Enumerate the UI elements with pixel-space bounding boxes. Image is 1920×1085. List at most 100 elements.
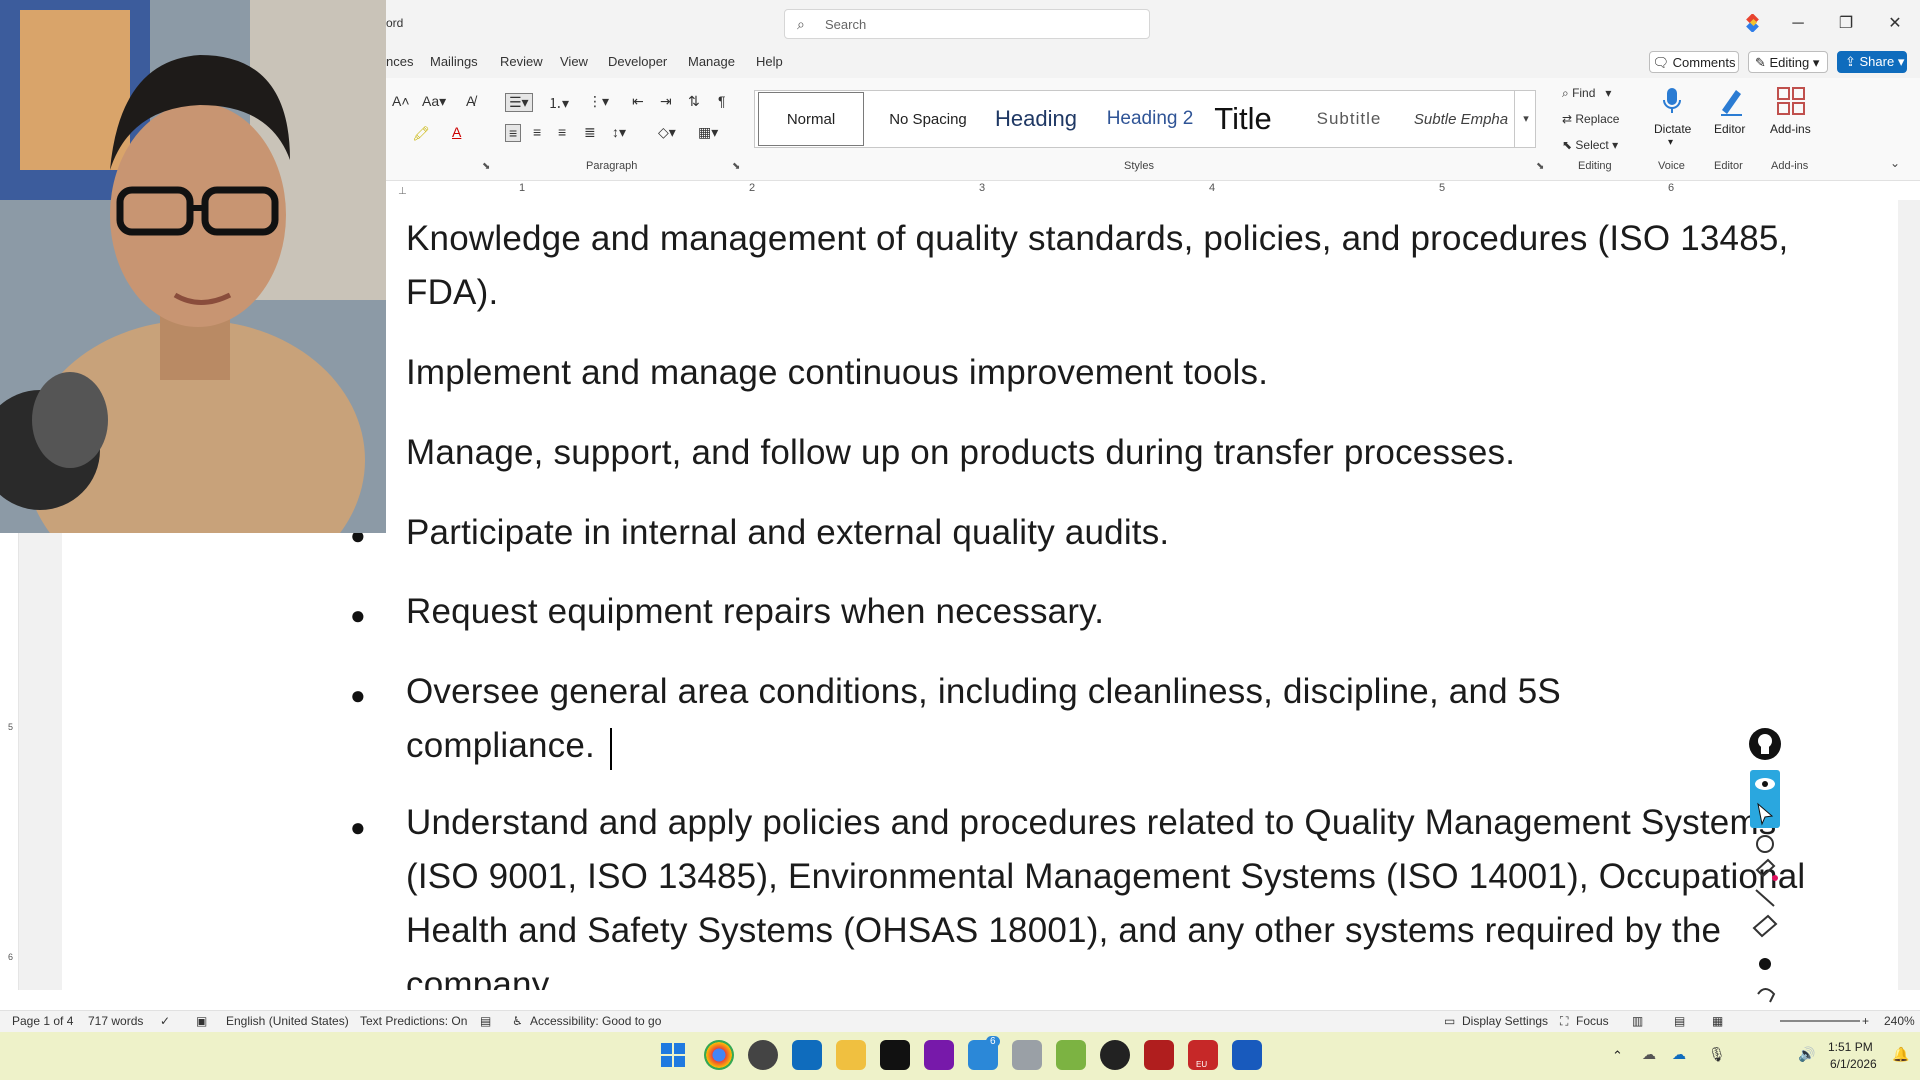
microphone-tray-icon[interactable]: 🎙 — [1708, 1046, 1726, 1063]
clock-time[interactable]: 1:51 PM — [1828, 1040, 1873, 1054]
line-spacing-button[interactable]: ↕▾ — [612, 124, 626, 141]
accessibility-icon[interactable]: ♿ — [512, 1014, 523, 1028]
doc-paragraph[interactable]: Understand and apply policies and proced… — [406, 796, 1826, 990]
onedrive-icon[interactable]: ☁ — [1672, 1046, 1686, 1063]
page-count[interactable]: Page 1 of 4 — [12, 1014, 73, 1028]
view-mode-icon[interactable] — [1750, 770, 1780, 798]
dictate-button[interactable]: Dictate — [1654, 122, 1691, 136]
tab-mailings[interactable]: Mailings — [430, 54, 478, 69]
add-ins-icon[interactable] — [1776, 86, 1806, 116]
style-title[interactable]: Title — [1200, 90, 1286, 148]
macro-icon[interactable]: ▣ — [196, 1014, 207, 1028]
track-changes-icon[interactable]: ▤ — [480, 1014, 491, 1028]
word-icon[interactable] — [1232, 1040, 1262, 1070]
clock-date[interactable]: 6/1/2026 — [1830, 1057, 1877, 1071]
file-explorer-icon[interactable] — [836, 1040, 866, 1070]
zoom-in-icon[interactable]: + — [1862, 1014, 1869, 1028]
select-button[interactable]: ⬉ Select ▾ — [1562, 138, 1618, 152]
line-icon[interactable] — [1750, 888, 1780, 916]
show-formatting-icon[interactable]: ¶ — [718, 93, 726, 109]
doc-paragraph[interactable]: Request equipment repairs when necessary… — [406, 585, 1826, 639]
grow-font-icon[interactable]: A˄ — [392, 93, 410, 109]
text-predictions-status[interactable]: Text Predictions: On — [360, 1014, 467, 1028]
font-color-icon[interactable]: A — [452, 124, 461, 140]
notifications-icon[interactable]: 🔔 — [1892, 1046, 1909, 1063]
doc-paragraph[interactable]: Knowledge and management of quality stan… — [406, 212, 1826, 320]
restore-button[interactable]: ❐ — [1826, 10, 1866, 38]
word-count[interactable]: 717 words — [88, 1014, 143, 1028]
multilevel-list-button[interactable]: ⋮▾ — [588, 93, 609, 110]
app-icon[interactable] — [880, 1040, 910, 1070]
close-button[interactable]: ✕ — [1875, 10, 1915, 38]
microphone-icon[interactable] — [1660, 86, 1684, 116]
style-subtitle[interactable]: Subtitle — [1296, 90, 1402, 148]
style-subtle-emphasis[interactable]: Subtle Empha — [1406, 90, 1516, 148]
doc-paragraph[interactable]: Participate in internal and external qua… — [406, 506, 1826, 560]
collapse-ribbon-icon[interactable]: ⌄ — [1890, 156, 1900, 170]
justify-button[interactable]: ≣ — [584, 124, 596, 141]
styles-expand-icon[interactable]: ▾ — [1514, 90, 1537, 148]
copilot-icon[interactable] — [1744, 14, 1762, 32]
web-layout-icon[interactable]: ▦ — [1712, 1014, 1723, 1028]
editor-pen-icon[interactable] — [1718, 86, 1744, 116]
volume-icon[interactable]: 🔊 — [1798, 1046, 1815, 1063]
styles-dialog-launcher-icon[interactable]: ⬊ — [1536, 161, 1544, 172]
app-icon[interactable] — [1056, 1040, 1086, 1070]
focus-icon[interactable]: ⛶ — [1560, 1014, 1568, 1029]
tab-references[interactable]: nces — [386, 54, 413, 69]
highlight-icon[interactable]: 🖍 — [412, 125, 430, 142]
clock-app-icon[interactable] — [748, 1040, 778, 1070]
tab-developer[interactable]: Developer — [608, 54, 667, 69]
proofing-icon[interactable]: ✓ — [160, 1014, 170, 1028]
bullets-button[interactable]: ☰▾ — [505, 93, 533, 112]
color-dot-icon[interactable] — [1750, 950, 1780, 978]
language-status[interactable]: English (United States) — [226, 1014, 349, 1028]
obs-icon[interactable] — [1100, 1040, 1130, 1070]
lasso-icon[interactable] — [1750, 830, 1780, 858]
accessibility-status[interactable]: Accessibility: Good to go — [530, 1014, 661, 1028]
print-layout-icon[interactable]: ▤ — [1674, 1014, 1685, 1028]
search-box[interactable]: ⌕ Search — [784, 9, 1150, 39]
display-settings-icon[interactable]: ▭ — [1444, 1014, 1455, 1028]
pen-menu-icon[interactable] — [1748, 722, 1782, 756]
minimize-button[interactable]: ─ — [1778, 10, 1818, 38]
outlook-icon[interactable] — [792, 1040, 822, 1070]
tab-help[interactable]: Help — [756, 54, 783, 69]
undo-icon[interactable] — [1750, 980, 1780, 1008]
doc-paragraph[interactable]: Oversee general area conditions, includi… — [406, 665, 1666, 773]
align-right-button[interactable]: ≡ — [558, 124, 566, 140]
doc-paragraph[interactable]: Implement and manage continuous improvem… — [406, 346, 1826, 400]
zoom-level[interactable]: 240% — [1884, 1014, 1915, 1028]
windows-start-icon[interactable] — [660, 1042, 686, 1068]
tab-manage[interactable]: Manage — [688, 54, 735, 69]
borders-button[interactable]: ▦▾ — [698, 124, 718, 141]
clear-formatting-icon[interactable]: A̸ — [466, 93, 475, 109]
comments-button[interactable]: 🗨 Comments — [1649, 51, 1739, 73]
style-no-spacing[interactable]: No Spacing — [870, 90, 986, 148]
onenote-icon[interactable] — [924, 1040, 954, 1070]
eraser-icon[interactable] — [1750, 918, 1780, 946]
tab-view[interactable]: View — [560, 54, 588, 69]
style-heading[interactable]: Heading — [974, 90, 1098, 148]
increase-indent-icon[interactable]: ⇥ — [660, 93, 672, 110]
font-dialog-launcher-icon[interactable]: ⬊ — [482, 161, 490, 172]
horizontal-ruler[interactable] — [395, 182, 1915, 201]
shading-button[interactable]: ◇▾ — [658, 124, 676, 141]
focus-button[interactable]: Focus — [1576, 1014, 1609, 1028]
app-icon[interactable] — [1012, 1040, 1042, 1070]
tab-review[interactable]: Review — [500, 54, 543, 69]
share-button[interactable]: ⇪ Share ▾ — [1837, 51, 1907, 73]
display-settings-button[interactable]: Display Settings — [1462, 1014, 1548, 1028]
change-case-icon[interactable]: Aa▾ — [422, 93, 446, 110]
select-pointer-icon[interactable] — [1750, 798, 1780, 826]
chevron-down-icon[interactable]: ▾ — [1668, 137, 1673, 148]
replace-button[interactable]: ⇄ Replace — [1562, 112, 1619, 126]
add-ins-button[interactable]: Add-ins — [1770, 122, 1811, 136]
align-left-button[interactable]: ≡ — [505, 124, 522, 142]
sort-icon[interactable]: ⇅ — [688, 93, 700, 110]
tray-chevron-icon[interactable]: ⌃ — [1612, 1048, 1623, 1064]
highlighter-icon[interactable] — [1750, 858, 1780, 886]
doc-paragraph[interactable]: Manage, support, and follow up on produc… — [406, 426, 1826, 480]
style-normal[interactable]: Normal — [758, 92, 864, 146]
find-button[interactable]: ⌕ Find ▾ — [1562, 86, 1611, 101]
